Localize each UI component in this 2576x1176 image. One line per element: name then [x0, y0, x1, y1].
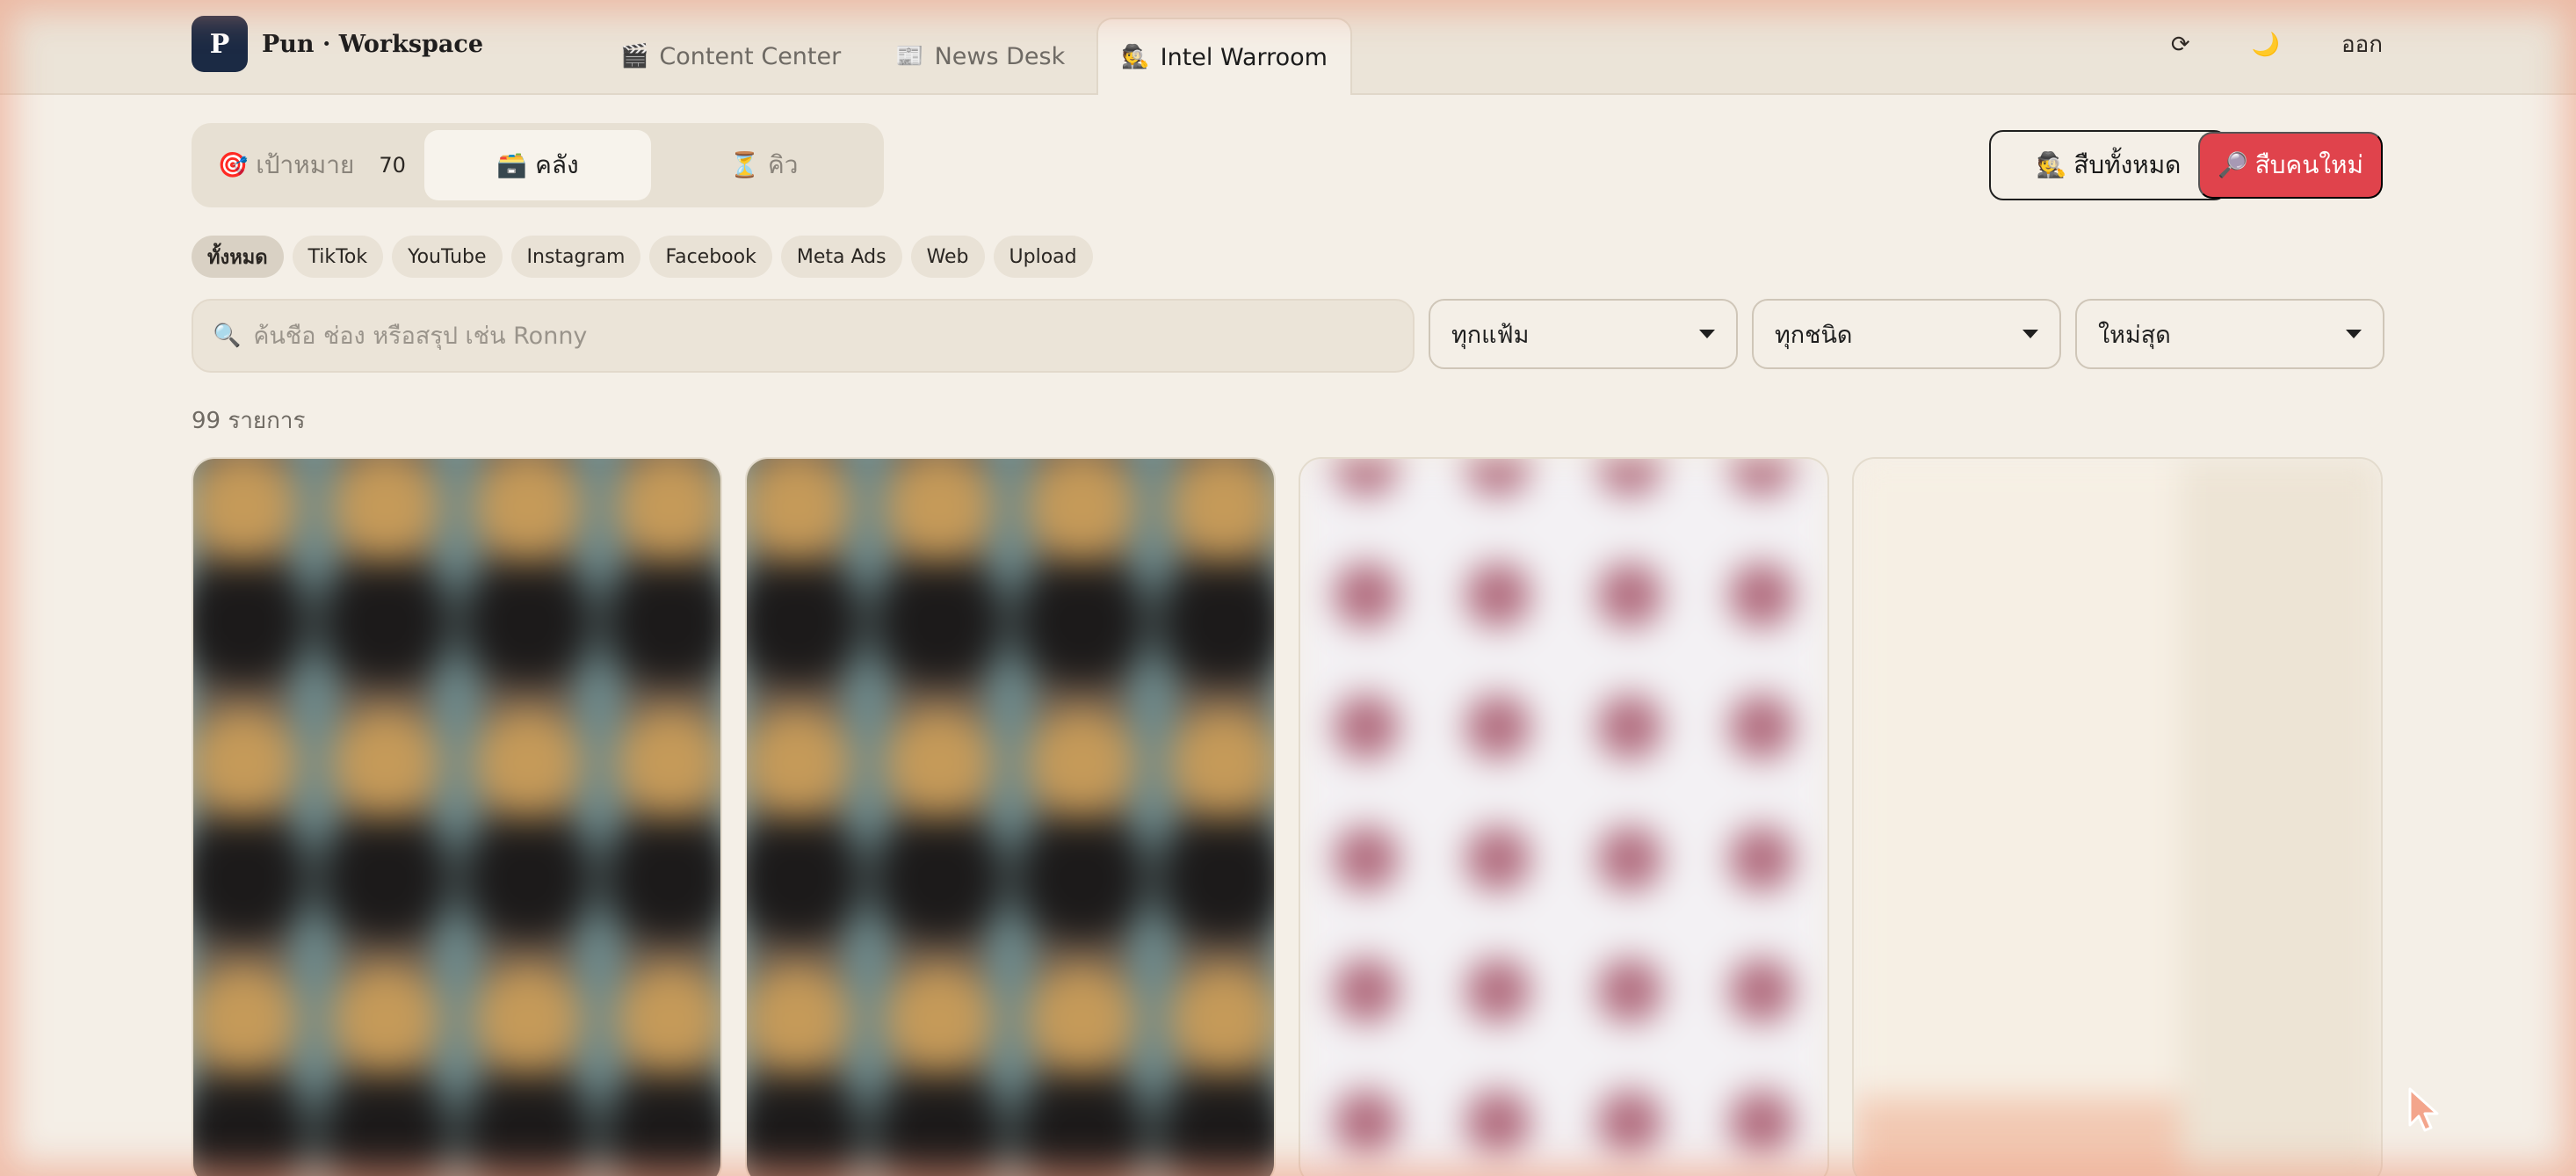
chip-youtube[interactable]: YouTube [392, 236, 503, 278]
segment-target[interactable]: 🎯 เป้าหมาย 70 [199, 130, 424, 200]
chevron-down-icon [1699, 330, 1715, 338]
card-thumbnail [193, 459, 720, 1176]
mouse-cursor-icon [2408, 1087, 2439, 1132]
clapperboard-icon: 🎬 [620, 43, 649, 69]
sort-select[interactable]: ใหม่สุด [2075, 299, 2384, 369]
chip-tiktok[interactable]: TikTok [292, 236, 384, 278]
refresh-icon[interactable]: ⟳ [2171, 32, 2190, 58]
type-select[interactable]: ทุกชนิด [1752, 299, 2061, 369]
sort-select-value: ใหม่สุด [2098, 321, 2171, 349]
chip-all[interactable]: ทั้งหมด [192, 236, 284, 278]
result-card[interactable] [745, 457, 1276, 1176]
segment-library[interactable]: 🗃️ คลัง [424, 130, 651, 200]
card-thumbnail [1854, 459, 2381, 1176]
brand-name: Pun · Workspace [262, 30, 484, 58]
search-icon: 🔍 [213, 323, 242, 349]
newspaper-icon: 📰 [895, 43, 924, 69]
search-input[interactable] [253, 322, 1308, 350]
chip-web[interactable]: Web [910, 236, 985, 278]
moon-icon[interactable]: 🌙 [2252, 32, 2280, 58]
brand-logo: P [192, 16, 248, 72]
chevron-down-icon [2346, 330, 2362, 338]
detective-icon: 🕵️ [1121, 44, 1150, 70]
tab-news-desk[interactable]: 📰 News Desk [872, 18, 1088, 95]
platform-filter-chips: ทั้งหมด TikTok YouTube Instagram Faceboo… [192, 236, 1093, 278]
investigate-all-button[interactable]: 🕵️ สืบทั้งหมด [1989, 130, 2228, 200]
main-nav: 🎬 Content Center 📰 News Desk 🕵️ Intel Wa… [597, 18, 1352, 95]
result-card[interactable] [1299, 457, 1829, 1176]
tab-intel-warroom[interactable]: 🕵️ Intel Warroom [1096, 18, 1352, 95]
logout-button[interactable]: ออก [2341, 26, 2383, 62]
tab-content-center[interactable]: 🎬 Content Center [597, 18, 864, 95]
header-actions: ⟳ 🌙 ออก [2171, 26, 2383, 62]
result-count: 99 รายการ [192, 408, 306, 434]
chevron-down-icon [2022, 330, 2038, 338]
segment-library-label: 🗃️ คลัง [496, 150, 579, 179]
result-card[interactable] [192, 457, 722, 1176]
segment-queue-label: ⏳ คิว [729, 150, 799, 179]
chip-facebook[interactable]: Facebook [649, 236, 772, 278]
card-thumbnail [1300, 459, 1827, 1176]
brand[interactable]: P Pun · Workspace [192, 16, 483, 72]
segment-queue[interactable]: ⏳ คิว [651, 130, 877, 200]
segment-target-count: 70 [379, 153, 406, 178]
tab-label: Content Center [659, 42, 842, 70]
tab-label: News Desk [934, 42, 1066, 70]
investigate-new-button[interactable]: 🔎 สืบคนใหม่ [2198, 132, 2383, 199]
chip-upload[interactable]: Upload [993, 236, 1093, 278]
segment-target-label: 🎯 เป้าหมาย [217, 150, 355, 179]
card-thumbnail [747, 459, 1274, 1176]
top-header: P Pun · Workspace 🎬 Content Center 📰 New… [0, 0, 2576, 95]
search-bar: 🔍 [192, 299, 1415, 373]
view-segment: 🎯 เป้าหมาย 70 🗃️ คลัง ⏳ คิว [192, 123, 884, 207]
chip-instagram[interactable]: Instagram [510, 236, 641, 278]
chip-meta-ads[interactable]: Meta Ads [780, 236, 902, 278]
folder-select-value: ทุกแฟ้ม [1451, 321, 1530, 349]
tab-label: Intel Warroom [1160, 43, 1328, 71]
folder-select[interactable]: ทุกแฟ้ม [1429, 299, 1738, 369]
result-card[interactable] [1852, 457, 2383, 1176]
type-select-value: ทุกชนิด [1775, 321, 1853, 349]
